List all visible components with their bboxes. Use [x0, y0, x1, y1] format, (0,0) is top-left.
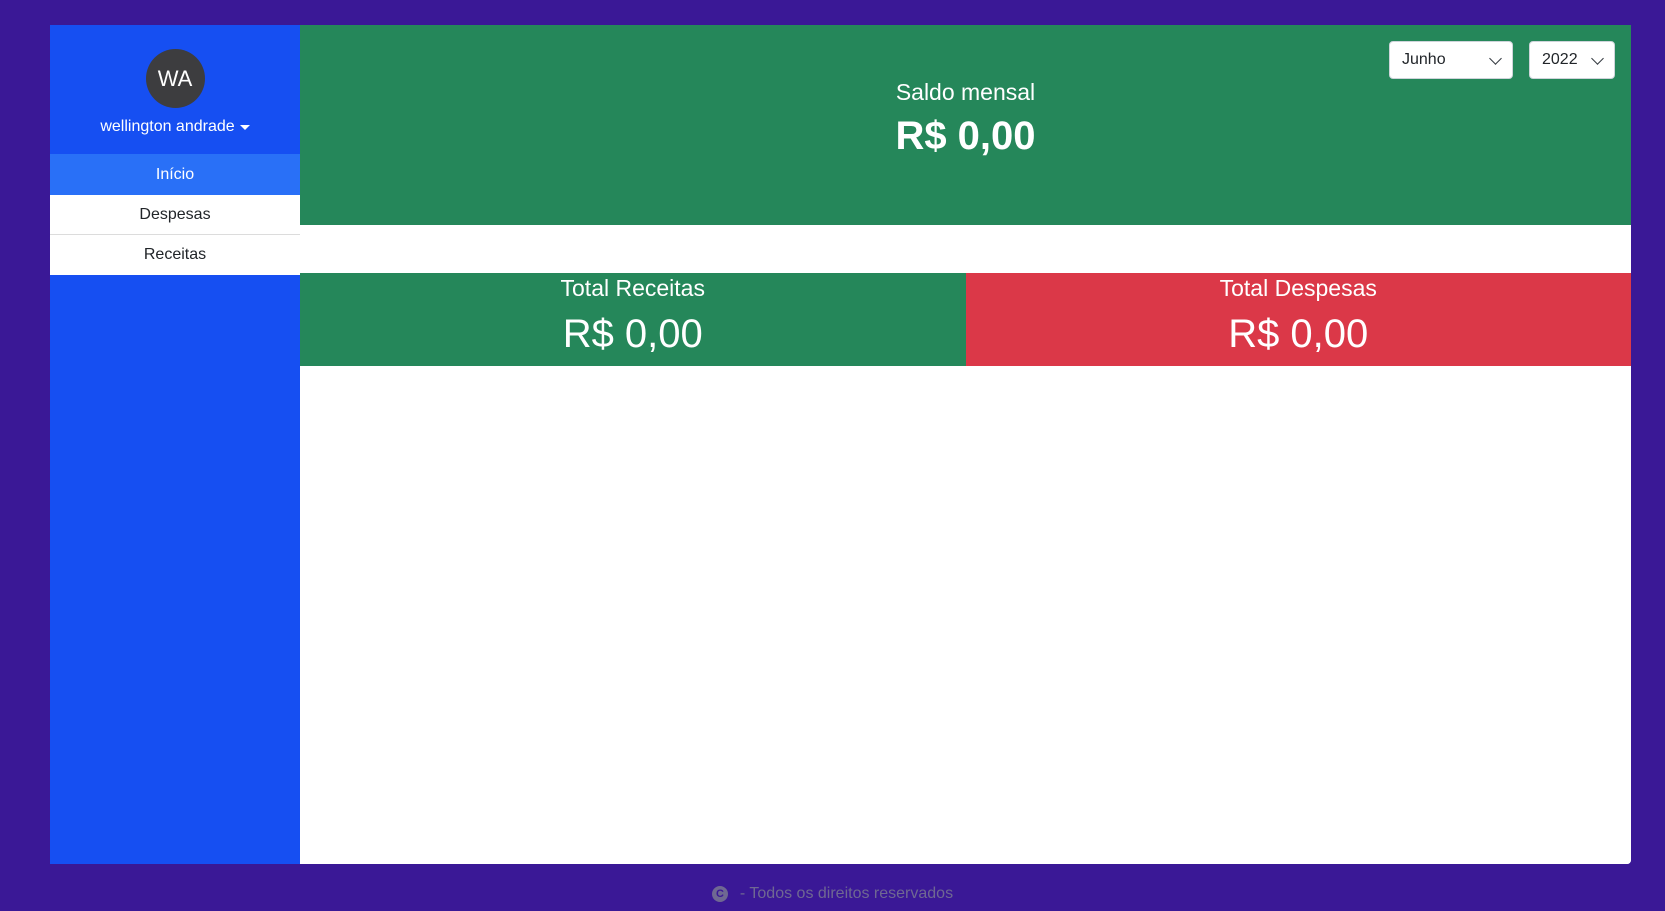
month-select[interactable]: Junho	[1389, 41, 1513, 79]
balance-value: R$ 0,00	[895, 114, 1036, 158]
sidebar-item-receitas[interactable]: Receitas	[50, 235, 300, 275]
user-menu-dropdown[interactable]: wellington andrade	[100, 118, 250, 136]
balance-title: Saldo mensal	[895, 79, 1036, 105]
footer: C - Todos os direitos reservados	[0, 885, 1665, 903]
total-despesas-value: R$ 0,00	[1228, 312, 1369, 356]
total-receitas-value: R$ 0,00	[562, 312, 703, 356]
content-area	[300, 366, 1631, 864]
date-filters: Junho 2022	[1389, 41, 1615, 79]
avatar: WA	[145, 49, 205, 108]
sidebar-item-despesas[interactable]: Despesas	[50, 195, 300, 235]
app-container: WA wellington andrade Início Despesas Re…	[50, 25, 1631, 864]
caret-down-icon	[239, 124, 250, 130]
username-label: wellington andrade	[100, 118, 235, 135]
year-select-value: 2022	[1542, 51, 1578, 68]
total-receitas-title: Total Receitas	[560, 275, 705, 301]
chevron-down-icon	[1591, 51, 1604, 65]
totals-row: Total Receitas R$ 0,00 Total Despesas R$…	[300, 273, 1631, 366]
total-despesas-card: Total Despesas R$ 0,00	[965, 273, 1631, 366]
spacer	[300, 225, 1631, 273]
footer-text: - Todos os direitos reservados	[739, 885, 954, 902]
user-profile: WA wellington andrade	[50, 25, 300, 154]
chevron-down-icon	[1489, 51, 1502, 65]
total-despesas-title: Total Despesas	[1219, 275, 1377, 301]
sidebar-item-inicio[interactable]: Início	[50, 154, 300, 195]
copyright-icon: C	[711, 886, 728, 902]
monthly-balance-card: Junho 2022 Saldo mensal R$ 0,00	[300, 25, 1631, 225]
sidebar-nav: Início Despesas Receitas	[50, 154, 300, 275]
year-select[interactable]: 2022	[1529, 41, 1615, 79]
month-select-value: Junho	[1402, 51, 1446, 68]
main-content: Junho 2022 Saldo mensal R$ 0,00 Total Re…	[300, 25, 1631, 864]
total-receitas-card: Total Receitas R$ 0,00	[300, 273, 966, 366]
sidebar: WA wellington andrade Início Despesas Re…	[50, 25, 300, 864]
